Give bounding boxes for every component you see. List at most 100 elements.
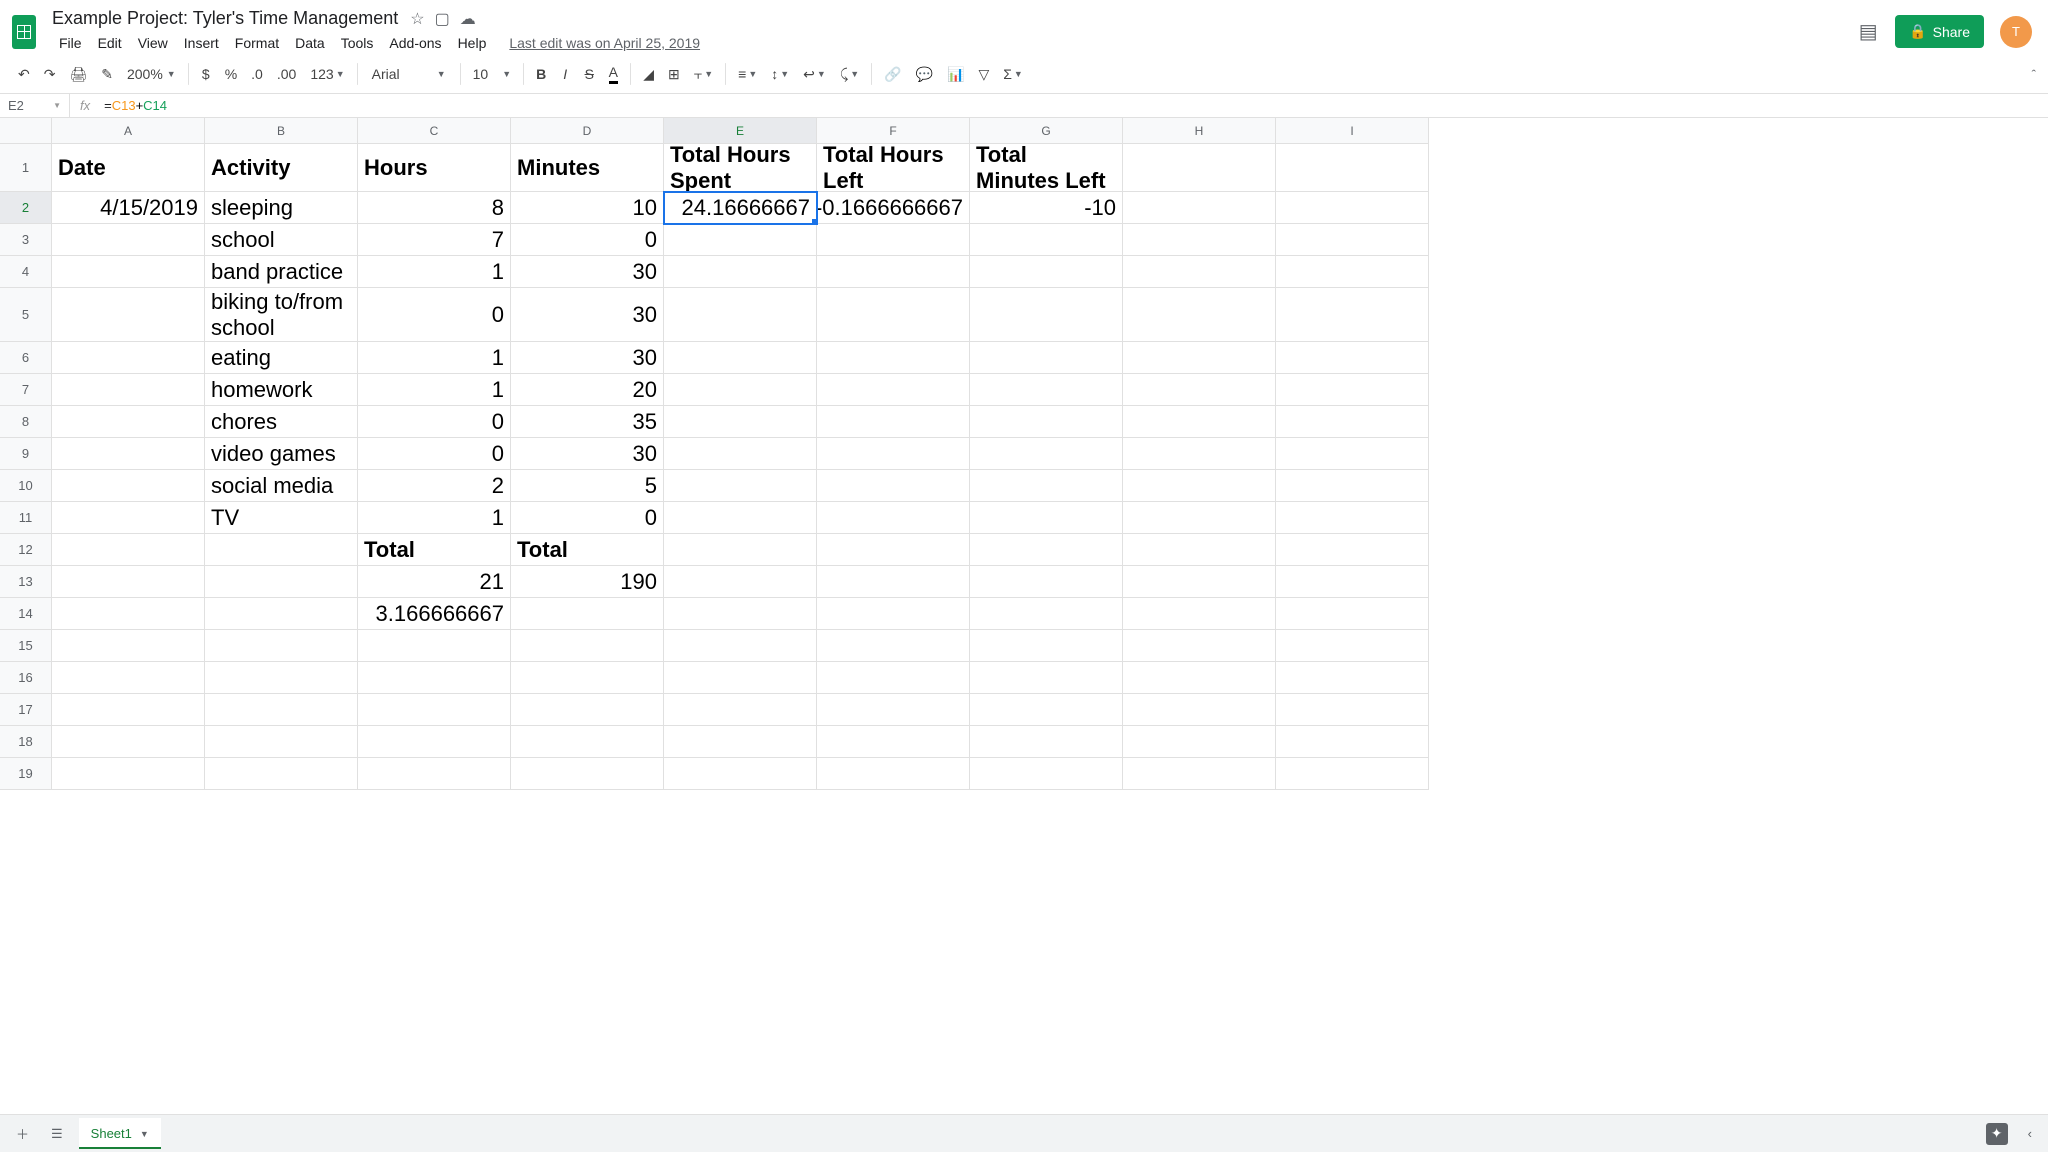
cell-C6[interactable]: 1 <box>358 342 511 374</box>
share-button[interactable]: 🔒Share <box>1895 15 1984 48</box>
bold-icon[interactable]: B <box>530 61 552 87</box>
cell-D15[interactable] <box>511 630 664 662</box>
cell-F2[interactable]: -0.1666666667 <box>817 192 970 224</box>
spreadsheet-grid[interactable]: ABCDEFGHI1DateActivityHoursMinutesTotal … <box>0 118 2048 790</box>
cell-H1[interactable] <box>1123 144 1276 192</box>
cell-E12[interactable] <box>664 534 817 566</box>
comments-icon[interactable]: ▤ <box>1857 21 1879 43</box>
cell-D3[interactable]: 0 <box>511 224 664 256</box>
cell-E9[interactable] <box>664 438 817 470</box>
cell-F4[interactable] <box>817 256 970 288</box>
col-head-A[interactable]: A <box>52 118 205 144</box>
col-head-H[interactable]: H <box>1123 118 1276 144</box>
cell-E3[interactable] <box>664 224 817 256</box>
row-head-3[interactable]: 3 <box>0 224 52 256</box>
cell-H12[interactable] <box>1123 534 1276 566</box>
cell-H11[interactable] <box>1123 502 1276 534</box>
cell-G9[interactable] <box>970 438 1123 470</box>
functions-icon[interactable]: Σ▼ <box>997 61 1029 87</box>
cell-G17[interactable] <box>970 694 1123 726</box>
cell-D4[interactable]: 30 <box>511 256 664 288</box>
cell-B9[interactable]: video games <box>205 438 358 470</box>
cell-E17[interactable] <box>664 694 817 726</box>
cell-G8[interactable] <box>970 406 1123 438</box>
sheet-tab-menu-icon[interactable]: ▼ <box>140 1129 149 1139</box>
cell-H8[interactable] <box>1123 406 1276 438</box>
cell-I5[interactable] <box>1276 288 1429 342</box>
cell-D9[interactable]: 30 <box>511 438 664 470</box>
cell-I17[interactable] <box>1276 694 1429 726</box>
cell-E11[interactable] <box>664 502 817 534</box>
cell-E18[interactable] <box>664 726 817 758</box>
cell-D18[interactable] <box>511 726 664 758</box>
chart-icon[interactable]: 📊 <box>941 61 970 88</box>
cell-I15[interactable] <box>1276 630 1429 662</box>
move-icon[interactable]: ▢ <box>435 9 450 29</box>
formula-input[interactable]: =C13+C14 <box>100 98 171 113</box>
cell-E19[interactable] <box>664 758 817 790</box>
star-icon[interactable]: ☆ <box>410 9 424 29</box>
cell-I6[interactable] <box>1276 342 1429 374</box>
cloud-icon[interactable]: ☁ <box>460 9 476 29</box>
cell-F16[interactable] <box>817 662 970 694</box>
cell-D14[interactable] <box>511 598 664 630</box>
cell-H13[interactable] <box>1123 566 1276 598</box>
cell-I18[interactable] <box>1276 726 1429 758</box>
zoom-select[interactable]: 200%▼ <box>121 63 182 85</box>
cell-G5[interactable] <box>970 288 1123 342</box>
cell-F7[interactable] <box>817 374 970 406</box>
row-head-6[interactable]: 6 <box>0 342 52 374</box>
cell-B6[interactable]: eating <box>205 342 358 374</box>
col-head-I[interactable]: I <box>1276 118 1429 144</box>
add-sheet-icon[interactable]: ＋ <box>10 1118 35 1149</box>
cell-B4[interactable]: band practice <box>205 256 358 288</box>
cell-F5[interactable] <box>817 288 970 342</box>
cell-F9[interactable] <box>817 438 970 470</box>
cell-B12[interactable] <box>205 534 358 566</box>
cell-C1[interactable]: Hours <box>358 144 511 192</box>
row-head-19[interactable]: 19 <box>0 758 52 790</box>
row-head-13[interactable]: 13 <box>0 566 52 598</box>
cell-G12[interactable] <box>970 534 1123 566</box>
cell-A15[interactable] <box>52 630 205 662</box>
cell-B15[interactable] <box>205 630 358 662</box>
row-head-14[interactable]: 14 <box>0 598 52 630</box>
increase-decimal-icon[interactable]: .00 <box>271 61 302 87</box>
cell-B1[interactable]: Activity <box>205 144 358 192</box>
cell-D13[interactable]: 190 <box>511 566 664 598</box>
wrap-icon[interactable]: ↩▼ <box>797 61 832 88</box>
cell-A1[interactable]: Date <box>52 144 205 192</box>
cell-G16[interactable] <box>970 662 1123 694</box>
cell-C5[interactable]: 0 <box>358 288 511 342</box>
cell-A17[interactable] <box>52 694 205 726</box>
cell-D11[interactable]: 0 <box>511 502 664 534</box>
cell-F10[interactable] <box>817 470 970 502</box>
comment-icon[interactable]: 💬 <box>910 61 939 88</box>
cell-H7[interactable] <box>1123 374 1276 406</box>
cell-H18[interactable] <box>1123 726 1276 758</box>
cell-I1[interactable] <box>1276 144 1429 192</box>
menu-file[interactable]: File <box>52 31 89 55</box>
row-head-5[interactable]: 5 <box>0 288 52 342</box>
cell-I13[interactable] <box>1276 566 1429 598</box>
cell-E15[interactable] <box>664 630 817 662</box>
cell-H10[interactable] <box>1123 470 1276 502</box>
cell-F1[interactable]: Total Hours Left <box>817 144 970 192</box>
sheets-logo[interactable] <box>12 15 36 49</box>
cell-B16[interactable] <box>205 662 358 694</box>
cell-G2[interactable]: -10 <box>970 192 1123 224</box>
doc-title[interactable]: Example Project: Tyler's Time Management <box>52 8 398 29</box>
cell-H14[interactable] <box>1123 598 1276 630</box>
cell-I12[interactable] <box>1276 534 1429 566</box>
cell-A19[interactable] <box>52 758 205 790</box>
all-sheets-icon[interactable]: ☰ <box>45 1120 69 1148</box>
cell-C14[interactable]: 3.166666667 <box>358 598 511 630</box>
last-edit-info[interactable]: Last edit was on April 25, 2019 <box>509 35 700 51</box>
explore-icon[interactable]: ✦ <box>1986 1123 2008 1145</box>
cell-F18[interactable] <box>817 726 970 758</box>
cell-C11[interactable]: 1 <box>358 502 511 534</box>
cell-A11[interactable] <box>52 502 205 534</box>
cell-E4[interactable] <box>664 256 817 288</box>
borders-icon[interactable]: ⊞ <box>662 61 686 88</box>
row-head-10[interactable]: 10 <box>0 470 52 502</box>
